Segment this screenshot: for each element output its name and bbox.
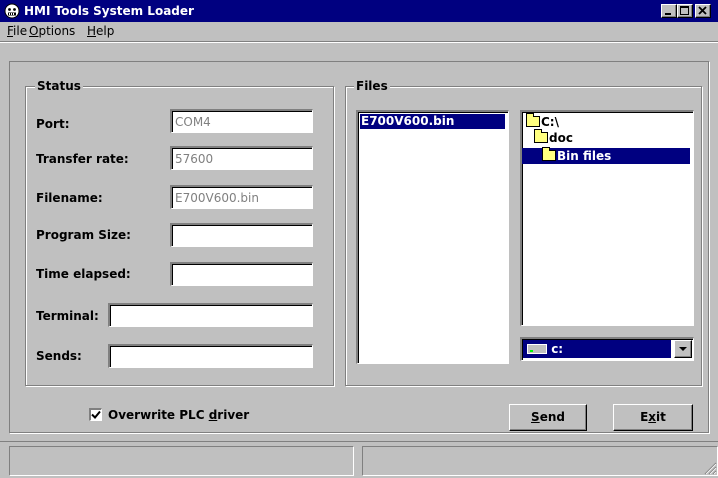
transfer-rate-field[interactable]: 57600 [170, 146, 313, 170]
drive-dropdown-button[interactable] [674, 340, 692, 358]
folder-icon [526, 113, 540, 127]
title-bar[interactable]: HMI Tools System Loader [0, 0, 718, 22]
window-title: HMI Tools System Loader [24, 4, 194, 18]
close-icon [698, 6, 707, 15]
directory-tree[interactable]: C:\ doc Bin files [520, 110, 694, 326]
filename-label: Filename: [36, 191, 103, 205]
statusbar-panel-left [9, 446, 354, 476]
filename-field[interactable]: E700V600.bin [170, 185, 313, 209]
sends-field[interactable] [108, 344, 313, 368]
size-grip-icon[interactable] [703, 461, 717, 475]
send-button[interactable]: Send [509, 404, 587, 431]
triangle-down-icon [679, 347, 687, 351]
sends-label: Sends: [36, 349, 82, 363]
menu-options[interactable]: Options [29, 24, 75, 38]
menu-file[interactable]: File [7, 24, 27, 38]
exit-button[interactable]: Exit [613, 404, 693, 431]
minimize-button[interactable] [661, 4, 677, 18]
folder-icon [542, 147, 556, 161]
menu-bar: File Options Help [0, 22, 718, 41]
menu-help[interactable]: Help [87, 24, 114, 38]
hmi-face-icon[interactable] [4, 3, 20, 19]
time-elapsed-label: Time elapsed: [36, 267, 131, 281]
dir-item-root[interactable]: C:\ [526, 113, 559, 129]
program-size-label: Program Size: [36, 228, 131, 242]
terminal-field[interactable] [108, 303, 313, 327]
statusbar-panel-right [362, 446, 718, 476]
maximize-icon [680, 6, 689, 15]
overwrite-checkbox[interactable] [89, 408, 102, 421]
drive-select[interactable]: c: [520, 337, 694, 361]
statusbar-divider [0, 441, 718, 442]
port-field[interactable]: COM4 [170, 109, 313, 133]
file-list-item[interactable]: E700V600.bin [360, 114, 505, 129]
port-label: Port: [36, 117, 70, 131]
files-group-title: Files [354, 79, 390, 93]
minimize-icon [665, 13, 671, 15]
close-button[interactable] [695, 4, 711, 18]
time-elapsed-field[interactable] [170, 262, 313, 286]
maximize-button[interactable] [677, 4, 693, 18]
file-list[interactable]: E700V600.bin [356, 110, 509, 364]
dir-item-bin-files[interactable]: Bin files [522, 147, 690, 164]
program-size-field[interactable] [170, 223, 313, 247]
status-group-title: Status [35, 79, 83, 93]
hard-drive-icon [527, 344, 547, 354]
folder-icon [534, 129, 548, 143]
terminal-label: Terminal: [36, 309, 99, 323]
dir-item-doc[interactable]: doc [534, 129, 573, 145]
checkmark-icon [91, 410, 101, 419]
overwrite-label[interactable]: Overwrite PLC driver [108, 408, 249, 422]
transfer-rate-label: Transfer rate: [36, 152, 129, 166]
menu-divider-highlight [0, 42, 718, 43]
drive-selected-value: c: [523, 340, 671, 358]
